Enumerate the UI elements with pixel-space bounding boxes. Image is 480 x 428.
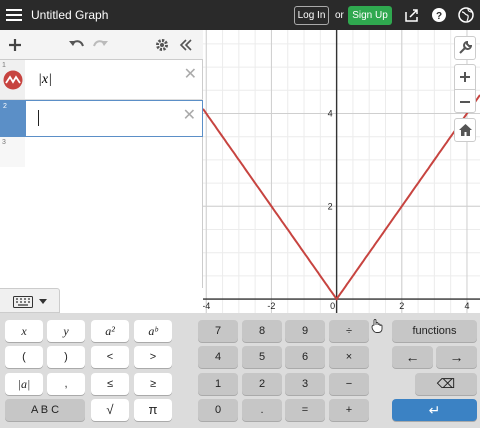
key-4[interactable]: 4 [198,346,238,368]
key-a-power-b[interactable]: aᵇ [134,320,172,342]
settings-gear-icon[interactable] [155,38,169,52]
chevron-down-icon [39,299,47,304]
key-pi[interactable]: π [134,399,172,421]
key-0[interactable]: 0 [198,399,238,421]
redo-icon[interactable] [93,38,109,52]
zoom-controls [454,64,476,113]
keyboard-toggle[interactable] [0,288,60,313]
key-5[interactable]: 5 [242,346,282,368]
key-6[interactable]: 6 [285,346,325,368]
key-greater-than[interactable]: > [134,346,172,368]
key-equals[interactable]: = [285,399,325,421]
top-bar: Untitled Graph Log In or Sign Up ? [0,0,480,30]
y-tick-label: 2 [328,201,333,211]
x-tick-label: 4 [464,301,469,311]
key-enter[interactable]: ↵ [392,399,477,421]
menu-icon[interactable] [6,6,22,24]
math-keypad: x y a² aᵇ 7 8 9 ÷ functions ( ) < > 4 5 … [0,313,480,428]
key-divide[interactable]: ÷ [329,320,369,342]
key-cursor-left[interactable]: ← [392,346,433,368]
graph-visibility-icon[interactable] [3,70,23,90]
hand-cursor-icon [371,319,383,333]
x-tick-label: 2 [399,301,404,311]
row-number: 3 [2,139,6,146]
wrench-icon [459,40,473,54]
key-functions[interactable]: functions [392,320,477,342]
delete-expression-icon[interactable]: ✕ [184,64,197,84]
home-icon [458,124,472,136]
key-close-paren[interactable]: ) [47,346,85,368]
graph-settings-button[interactable] [454,36,476,60]
x-tick-label: -4 [203,301,210,311]
key-comma[interactable]: , [47,373,85,395]
x-tick-label: -2 [267,301,275,311]
signup-button[interactable]: Sign Up [348,6,392,25]
function-curve [203,94,480,301]
svg-text:?: ? [436,11,442,22]
key-greater-equal[interactable]: ≥ [134,373,172,395]
key-8[interactable]: 8 [242,320,282,342]
key-9[interactable]: 9 [285,320,325,342]
key-abc[interactable]: A B C [5,399,85,421]
home-view-button[interactable] [454,118,476,142]
key-decimal[interactable]: . [242,399,282,421]
key-3[interactable]: 3 [285,373,325,395]
x-tick-label: 0 [330,301,335,311]
expression-math[interactable]: |x| [38,72,52,88]
login-button[interactable]: Log In [294,6,329,25]
key-cursor-right[interactable]: → [436,346,477,368]
share-icon[interactable] [404,7,420,23]
delete-expression-icon[interactable]: ✕ [183,105,196,125]
collapse-list-icon[interactable] [179,38,193,52]
key-minus[interactable]: − [329,373,369,395]
expression-toolbar [0,30,203,60]
key-less-than[interactable]: < [91,346,129,368]
key-2[interactable]: 2 [242,373,282,395]
key-plus[interactable]: + [329,399,369,421]
or-label: or [335,10,344,21]
zoom-out-icon[interactable] [459,96,471,108]
graph-title[interactable]: Untitled Graph [31,8,108,22]
undo-icon[interactable] [68,38,84,52]
row-number: 2 [3,103,7,110]
expression-row-active[interactable]: 2 ✕ [0,100,203,137]
expression-list: 1 |x| ✕ 2 ✕ 3 [0,60,203,288]
add-icon[interactable] [8,38,22,52]
key-multiply[interactable]: × [329,346,369,368]
help-icon[interactable]: ? [431,7,447,23]
key-y[interactable]: y [47,320,85,342]
expression-row[interactable]: 3 [0,137,203,167]
key-7[interactable]: 7 [198,320,238,342]
expression-row[interactable]: 1 |x| ✕ [0,60,203,100]
zoom-in-icon[interactable] [459,71,471,83]
row-number: 1 [2,62,6,69]
key-open-paren[interactable]: ( [5,346,43,368]
keyboard-icon [13,296,33,308]
key-absolute-value[interactable]: |a| [5,373,43,395]
key-less-equal[interactable]: ≤ [91,373,129,395]
key-x[interactable]: x [5,320,43,342]
key-a-squared[interactable]: a² [91,320,129,342]
graph-canvas[interactable]: -4 -2 0 2 4 2 4 [203,30,480,313]
y-tick-label: 4 [328,109,333,119]
key-1[interactable]: 1 [198,373,238,395]
key-backspace[interactable]: ⌫ [415,373,477,395]
key-sqrt[interactable]: √ [91,399,129,421]
globe-icon[interactable] [458,7,474,23]
graph-plot[interactable]: -4 -2 0 2 4 2 4 [203,30,480,313]
text-cursor [38,110,39,126]
